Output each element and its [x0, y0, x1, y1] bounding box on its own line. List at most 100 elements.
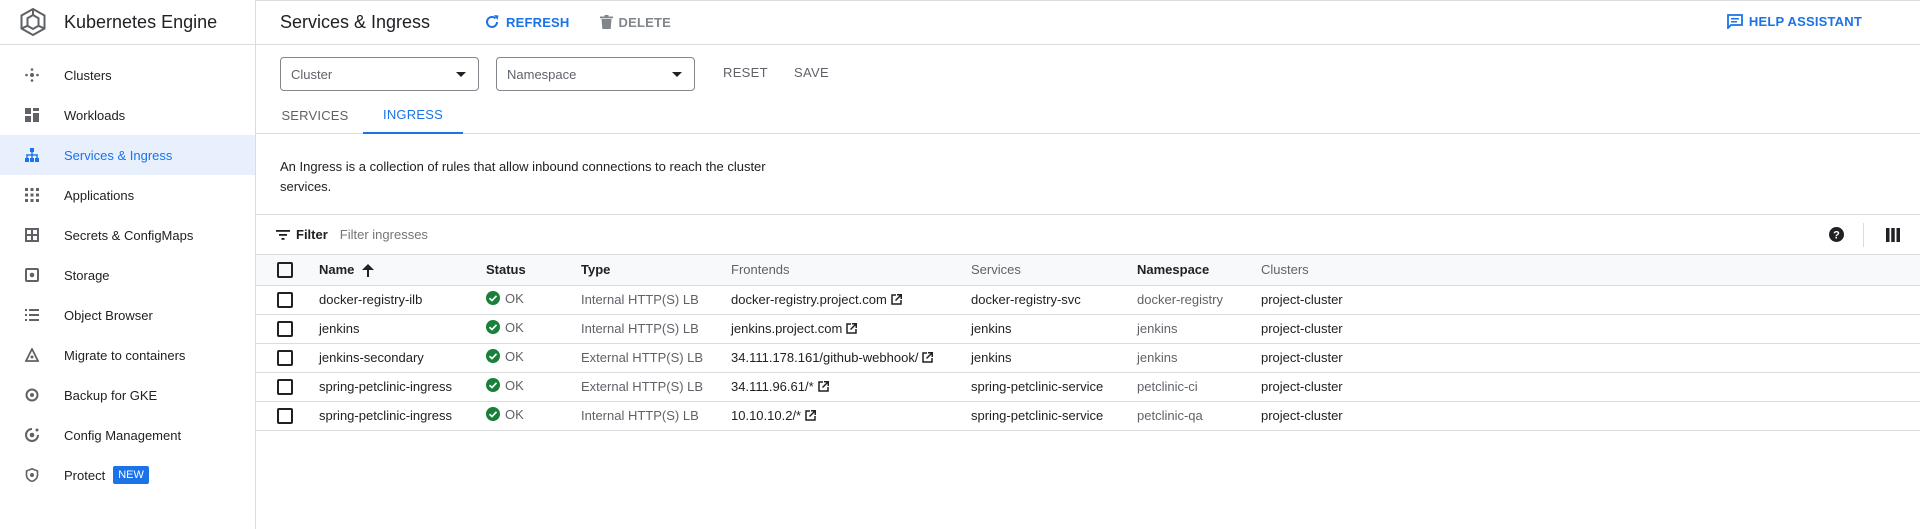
frontend-link[interactable]: 34.111.96.61/* [731, 379, 829, 394]
row-checkbox[interactable] [277, 320, 293, 337]
chevron-down-icon [456, 72, 466, 77]
column-display-icon[interactable] [1886, 228, 1900, 245]
ingress-description: An Ingress is a collection of rules that… [280, 159, 766, 194]
tab-services[interactable]: SERVICES [280, 97, 350, 134]
reset-button[interactable]: RESET [723, 65, 768, 80]
refresh-button[interactable]: REFRESH [484, 14, 570, 30]
type-cell: External HTTP(S) LB [581, 343, 731, 373]
table-row: spring-petclinic-ingress OK External HTT… [256, 372, 1920, 402]
cluster-link[interactable]: project-cluster [1261, 343, 1920, 373]
cluster-link[interactable]: project-cluster [1261, 372, 1920, 402]
sidebar-nav: Clusters Workloads Services & Ingress Ap… [0, 45, 255, 495]
select-all-checkbox[interactable] [277, 262, 293, 279]
sidebar-item-label: Protect [64, 467, 106, 483]
cluster-link[interactable]: project-cluster [1261, 285, 1920, 315]
help-assistant-label: HELP ASSISTANT [1748, 14, 1862, 29]
check-circle-icon [486, 320, 500, 335]
kubernetes-engine-logo [18, 7, 48, 37]
column-header-name[interactable]: Name [319, 255, 486, 286]
tab-ingress[interactable]: INGRESS [363, 97, 463, 134]
save-button[interactable]: SAVE [794, 65, 829, 80]
help-assistant-icon [1727, 14, 1743, 29]
table-row: spring-petclinic-ingress OK Internal HTT… [256, 401, 1920, 431]
ingress-name-link[interactable]: docker-registry-ilb [319, 285, 486, 315]
delete-button[interactable]: DELETE [599, 14, 672, 30]
chevron-down-icon [672, 72, 682, 77]
sidebar-item-label: Secrets & ConfigMaps [64, 227, 194, 243]
sidebar-item-protect[interactable]: Protect NEW [0, 455, 255, 495]
service-link[interactable]: spring-petclinic-service [971, 372, 1137, 402]
object-browser-icon [24, 307, 40, 323]
sidebar: Kubernetes Engine Clusters Workloads Ser… [0, 0, 256, 529]
table-row: jenkins-secondary OK External HTTP(S) LB… [256, 343, 1920, 373]
cluster-link[interactable]: project-cluster [1261, 314, 1920, 344]
sidebar-item-workloads[interactable]: Workloads [0, 95, 255, 135]
sidebar-item-services-ingress[interactable]: Services & Ingress [0, 135, 255, 175]
filter-button[interactable]: Filter [276, 227, 328, 242]
help-assistant-button[interactable]: HELP ASSISTANT [1727, 14, 1862, 29]
sidebar-item-object-browser[interactable]: Object Browser [0, 295, 255, 335]
delete-label: DELETE [618, 14, 672, 30]
clusters-icon [24, 67, 40, 83]
cluster-link[interactable]: project-cluster [1261, 401, 1920, 431]
table-filter-bar: Filter ? [256, 215, 1920, 255]
sidebar-item-clusters[interactable]: Clusters [0, 55, 255, 95]
column-header-services: Services [971, 255, 1137, 286]
ingress-name-link[interactable]: jenkins-secondary [319, 343, 486, 373]
service-link[interactable]: jenkins [971, 314, 1137, 344]
frontend-link[interactable]: 10.10.10.2/* [731, 408, 817, 423]
ingress-name-link[interactable]: spring-petclinic-ingress [319, 401, 486, 431]
check-circle-icon [486, 349, 500, 364]
app-title: Kubernetes Engine [64, 11, 218, 32]
sidebar-item-label: Services & Ingress [64, 147, 173, 163]
row-checkbox[interactable] [277, 378, 293, 395]
namespace-select[interactable]: Namespace [496, 57, 695, 91]
ingress-name-link[interactable]: spring-petclinic-ingress [319, 372, 486, 402]
namespace-cell: petclinic-qa [1137, 401, 1261, 431]
ingress-table: Name Status Type Frontends Services Name… [256, 255, 1920, 431]
status-badge: OK [486, 291, 524, 306]
sidebar-item-applications[interactable]: Applications [0, 175, 255, 215]
sidebar-item-secrets-configmaps[interactable]: Secrets & ConfigMaps [0, 215, 255, 255]
type-cell: External HTTP(S) LB [581, 372, 731, 402]
trash-icon [599, 15, 613, 29]
sidebar-item-label: Config Management [64, 427, 182, 443]
frontend-link[interactable]: 34.111.178.161/github-webhook/ [731, 350, 934, 365]
frontend-link[interactable]: jenkins.project.com [731, 321, 858, 336]
type-cell: Internal HTTP(S) LB [581, 401, 731, 431]
namespace-select-label: Namespace [507, 66, 577, 82]
filter-ingresses-input[interactable] [339, 227, 740, 242]
status-badge: OK [486, 349, 524, 364]
sidebar-item-storage[interactable]: Storage [0, 255, 255, 295]
workloads-icon [24, 107, 40, 123]
service-link[interactable]: spring-petclinic-service [971, 401, 1137, 431]
tab-bar: SERVICES INGRESS [256, 97, 1920, 134]
ingress-name-link[interactable]: jenkins [319, 314, 486, 344]
frontend-link[interactable]: docker-registry.project.com [731, 292, 902, 307]
help-icon[interactable]: ? [1829, 227, 1844, 245]
row-checkbox[interactable] [277, 291, 293, 308]
table-header-row: Name Status Type Frontends Services Name… [256, 255, 1920, 286]
config-management-icon [24, 427, 40, 443]
new-badge: NEW [113, 466, 149, 484]
sidebar-item-label: Storage [64, 267, 110, 283]
cluster-select[interactable]: Cluster [280, 57, 479, 91]
open-in-new-icon [891, 294, 902, 305]
service-link[interactable]: docker-registry-svc [971, 285, 1137, 315]
services-icon [24, 147, 40, 163]
refresh-icon [486, 15, 499, 28]
refresh-label: REFRESH [506, 14, 570, 30]
type-cell: Internal HTTP(S) LB [581, 314, 731, 344]
service-link[interactable]: jenkins [971, 343, 1137, 373]
sort-ascending-icon [362, 264, 375, 278]
table-row: docker-registry-ilb OK Internal HTTP(S) … [256, 285, 1920, 315]
select-all-cell [256, 255, 319, 286]
row-checkbox[interactable] [277, 407, 293, 424]
sidebar-item-label: Migrate to containers [64, 347, 186, 363]
migrate-icon [24, 347, 40, 363]
row-checkbox[interactable] [277, 349, 293, 366]
sidebar-item-backup[interactable]: Backup for GKE [0, 375, 255, 415]
sidebar-item-migrate[interactable]: Migrate to containers [0, 335, 255, 375]
sidebar-item-config-management[interactable]: Config Management [0, 415, 255, 455]
page-header: Services & Ingress REFRESH DELETE HELP A… [256, 0, 1920, 45]
